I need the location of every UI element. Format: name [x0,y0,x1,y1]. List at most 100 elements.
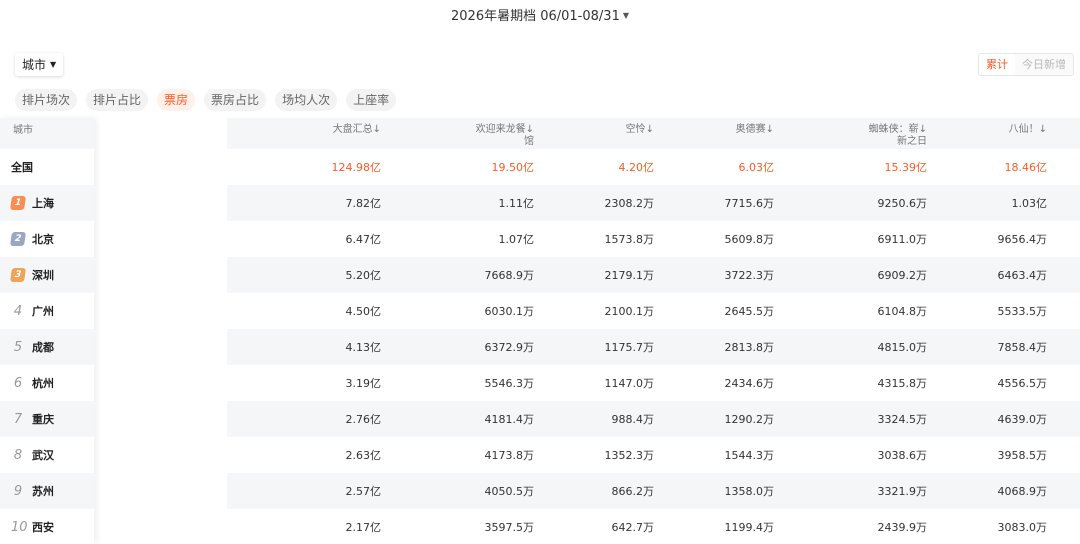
table-cell: 7.82亿 [345,197,382,210]
city-name: 广州 [32,305,54,318]
column-header-label: 蜘蛛侠：崭↓ [868,124,927,135]
chevron-down-icon: ▼ [622,11,629,20]
table-cell: 1290.2万 [724,413,775,426]
rank-badge: 2 [10,232,26,246]
table-cell: 7668.9万 [484,269,535,282]
table-cell: 6104.8万 [877,305,928,318]
tab-screenings[interactable]: 排片场次 [15,89,78,111]
city-name: 西安 [32,521,54,534]
city-name: 深圳 [32,269,54,282]
table-cell: 1544.3万 [724,449,775,462]
table-cell: 6911.0万 [877,233,928,246]
table-cell: 4315.8万 [877,377,928,390]
city-row[interactable]: 8 武汉 [0,437,94,473]
column-header-label: 八仙！↓ [1008,124,1047,135]
city-row[interactable]: 全国 [0,149,94,185]
column-header-sort[interactable]: 大盘汇总↓ [227,118,381,149]
column-header-label: 奥德赛↓ [735,124,774,135]
column-header-sort[interactable]: 欢迎来龙餐↓ 馆 [381,118,534,149]
table-cell: 2308.2万 [604,197,655,210]
tab-box-office[interactable]: 票房 [157,89,196,111]
table-cell: 3324.5万 [877,413,928,426]
city-row[interactable]: 7 重庆 [0,401,94,437]
table-cell: 7858.4万 [997,341,1048,354]
table-cell: 4.50亿 [345,305,382,318]
table-row: 124.98亿 19.50亿 4.20亿 6.03亿 15.39亿 18.46亿 [227,149,1080,185]
tab-occupancy[interactable]: 上座率 [346,89,397,111]
table-cell: 4050.5万 [484,485,535,498]
tab-avg-attendance[interactable]: 场均人次 [275,89,338,111]
column-header-label-cont: 新之日 [897,136,927,147]
table-cell: 2813.8万 [724,341,775,354]
tab-box-office-share[interactable]: 票房占比 [204,89,267,111]
table-cell: 2179.1万 [604,269,655,282]
table-cell: 642.7万 [611,521,655,534]
table-cell: 1199.4万 [724,521,775,534]
table-cell: 7715.6万 [724,197,775,210]
city-dropdown[interactable]: 城市 ▼ [15,53,64,76]
city-column: 城市 全国 1 上海 2 北京 3 深圳 4 广州 5 成都 6 杭州 7 重庆 8 武汉 9 苏州 10 西安 [0,118,94,544]
table-row: 2.17亿 3597.5万 642.7万 1199.4万 2439.9万 3083.0万 [227,509,1080,544]
table-cell: 6909.2万 [877,269,928,282]
table-cell: 4.20亿 [618,161,655,174]
table-cell: 4556.5万 [997,377,1048,390]
table-row: 4.13亿 6372.9万 1175.7万 2813.8万 4815.0万 7858.4万 [227,329,1080,365]
table-cell: 3.19亿 [345,377,382,390]
city-row[interactable]: 4 广州 [0,293,94,329]
rank-number: 5 [13,339,23,355]
table-cell: 1.07亿 [498,233,535,246]
mode-cumulative-button[interactable]: 累计 [979,54,1015,75]
city-column-header: 城市 [0,118,94,149]
period-selector[interactable]: 2026年暑期档 06/01-08/31 ▼ [0,6,1080,26]
city-dropdown-label: 城市 [22,58,47,72]
city-row[interactable]: 10 西安 [0,509,94,544]
table-cell: 1573.8万 [604,233,655,246]
table-cell: 124.98亿 [331,161,382,174]
table-cell: 2.76亿 [345,413,382,426]
city-row[interactable]: 1 上海 [0,185,94,221]
city-row[interactable]: 2 北京 [0,221,94,257]
tab-screening-share[interactable]: 排片占比 [86,89,149,111]
column-header-sort[interactable]: 八仙！↓ [927,118,1047,149]
column-header-sort[interactable]: 空怜↓ [534,118,654,149]
table-cell: 3038.6万 [877,449,928,462]
rank-badge: 1 [10,196,26,210]
table-cell: 988.4万 [611,413,655,426]
mode-daily-button[interactable]: 今日新增 [1015,54,1073,75]
table-cell: 9250.6万 [877,197,928,210]
table-row: 2.57亿 4050.5万 866.2万 1358.0万 3321.9万 4068.9万 [227,473,1080,509]
table-cell: 1.11亿 [498,197,535,210]
city-row[interactable]: 6 杭州 [0,365,94,401]
column-header-sort[interactable]: 蜘蛛侠：崭↓ 新之日 [774,118,927,149]
table-cell: 9656.4万 [997,233,1048,246]
rank-badge: 3 [10,268,26,282]
table-cell: 6.03亿 [738,161,775,174]
city-name: 武汉 [32,449,54,462]
table-cell: 866.2万 [611,485,655,498]
table-cell: 2.57亿 [345,485,382,498]
table-cell: 4181.4万 [484,413,535,426]
chevron-down-icon: ▼ [50,60,57,69]
table-row: 7.82亿 1.11亿 2308.2万 7715.6万 9250.6万 1.03亿 [227,185,1080,221]
city-row[interactable]: 9 苏州 [0,473,94,509]
table-cell: 2.63亿 [345,449,382,462]
table-cell: 4068.9万 [997,485,1048,498]
city-row[interactable]: 3 深圳 [0,257,94,293]
table-cell: 6372.9万 [484,341,535,354]
table-cell: 2645.5万 [724,305,775,318]
table-row: 2.76亿 4181.4万 988.4万 1290.2万 3324.5万 4639.0万 [227,401,1080,437]
table-row: 2.63亿 4173.8万 1352.3万 1544.3万 3038.6万 3958.5万 [227,437,1080,473]
column-header-label-cont: 馆 [524,136,534,147]
rank-number: 6 [13,375,23,391]
rank-number: 9 [13,483,23,499]
table-row: 3.19亿 5546.3万 1147.0万 2434.6万 4315.8万 4556.5万 [227,365,1080,401]
city-row[interactable]: 5 成都 [0,329,94,365]
table-cell: 2434.6万 [724,377,775,390]
rank-number: 8 [13,447,23,463]
table-cell: 4173.8万 [484,449,535,462]
rank-number: 10 [11,519,28,535]
table-cell: 2.17亿 [345,521,382,534]
table-cell: 18.46亿 [1004,161,1048,174]
column-header-sort[interactable]: 奥德赛↓ [654,118,774,149]
table-cell: 5609.8万 [724,233,775,246]
